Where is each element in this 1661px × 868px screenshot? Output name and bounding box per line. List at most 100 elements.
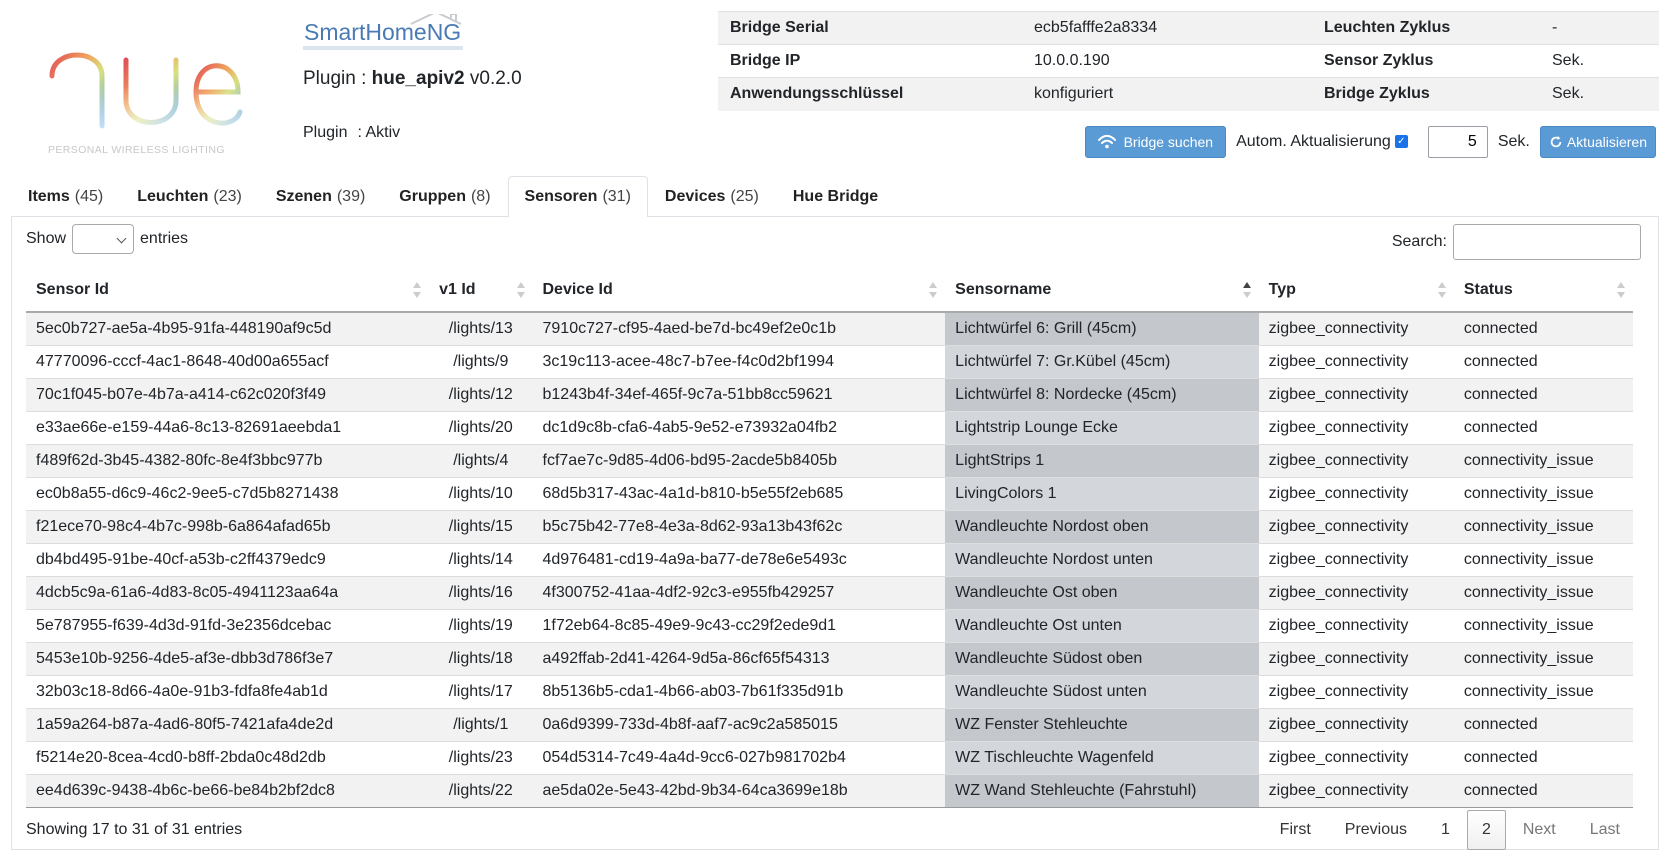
cell-sensorname: WZ Wand Stehleuchte (Fahrstuhl) xyxy=(945,773,1259,808)
tab-leuchten[interactable]: Leuchten (23) xyxy=(120,176,259,217)
refresh-button[interactable]: Aktualisieren xyxy=(1539,126,1656,158)
table-row[interactable]: f5214e20-8cea-4cd0-b8ff-2bda0c48d2db/lig… xyxy=(26,740,1633,774)
cell-sensor-id: ec0b8a55-d6c9-46c2-9ee5-c7d5b8271438 xyxy=(26,476,430,510)
cell-sensor-id: f489f62d-3b45-4382-80fc-8e4f3bbc977b xyxy=(26,443,430,477)
table-row[interactable]: 4dcb5c9a-61a6-4d83-8c05-4941123aa64a/lig… xyxy=(26,575,1633,609)
cell-sensor-id: 4dcb5c9a-61a6-4d83-8c05-4941123aa64a xyxy=(26,575,430,609)
bridge-info-key: Leuchten Zyklus xyxy=(1312,11,1540,45)
interval-input[interactable] xyxy=(1427,126,1488,158)
cell-v1-id: /lights/13 xyxy=(429,311,533,345)
table-row[interactable]: db4bd495-91be-40cf-a53b-c2ff4379edc9/lig… xyxy=(26,542,1633,576)
bridge-info-value: - xyxy=(1540,11,1659,45)
table-search: Search: xyxy=(1392,224,1641,260)
column-header-sensorname[interactable]: Sensorname xyxy=(945,269,1259,313)
tab-label: Gruppen xyxy=(399,188,466,205)
tab-label: Sensoren xyxy=(524,188,598,205)
wifi-icon xyxy=(1097,134,1116,149)
search-bridge-button[interactable]: Bridge suchen xyxy=(1084,126,1227,158)
column-header-typ[interactable]: Typ xyxy=(1258,269,1454,313)
cell-sensorname: Lichtwürfel 6: Grill (45cm) xyxy=(945,311,1259,345)
auto-update-checkbox[interactable]: ✓ xyxy=(1394,135,1408,149)
table-row[interactable]: e33ae66e-e159-44a6-8c13-82691aeebda1/lig… xyxy=(26,410,1633,444)
tab-count: (45) xyxy=(74,188,104,205)
tab-label: Leuchten xyxy=(137,188,209,205)
tab-label: Hue Bridge xyxy=(792,188,879,205)
table-row[interactable]: 5453e10b-9256-4de5-af3e-dbb3d786f3e7/lig… xyxy=(26,641,1633,675)
cell-sensorname: Wandleuchte Ost oben xyxy=(945,575,1259,609)
search-label: Search: xyxy=(1391,233,1447,250)
bridge-info-key: Bridge Serial xyxy=(718,11,1022,45)
cell-status: connected xyxy=(1453,707,1633,741)
cell-status: connectivity_issue xyxy=(1453,641,1633,675)
cell-sensor-id: ee4d639c-9438-4b6c-be66-be84b2bf2dc8 xyxy=(26,773,430,808)
cell-status: connected xyxy=(1453,344,1633,378)
cell-v1-id: /lights/22 xyxy=(429,773,533,808)
table-row[interactable]: ec0b8a55-d6c9-46c2-9ee5-c7d5b8271438/lig… xyxy=(26,476,1633,510)
column-header-label: Status xyxy=(1463,281,1513,298)
cell-v1-id: /lights/4 xyxy=(429,443,533,477)
plugin-status-label: Plugin xyxy=(303,124,348,141)
previous-page-button[interactable]: Previous xyxy=(1328,810,1424,850)
plugin-prefix: Plugin : xyxy=(303,68,372,89)
cell-typ: zigbee_connectivity xyxy=(1258,509,1454,543)
tab-label: Szenen xyxy=(275,188,332,205)
table-row[interactable]: ee4d639c-9438-4b6c-be66-be84b2bf2dc8/lig… xyxy=(26,773,1633,808)
cell-typ: zigbee_connectivity xyxy=(1258,674,1454,708)
cell-sensor-id: 5e787955-f639-4d3d-91fd-3e2356dcebac xyxy=(26,608,430,642)
first-page-button[interactable]: First xyxy=(1263,810,1328,850)
page-1-button[interactable]: 1 xyxy=(1424,810,1467,850)
cell-typ: zigbee_connectivity xyxy=(1258,608,1454,642)
tab-gruppen[interactable]: Gruppen (8) xyxy=(382,176,507,217)
bridge-info-value: Sek. xyxy=(1540,44,1659,78)
bridge-info-key: Sensor Zyklus xyxy=(1312,44,1540,78)
table-row[interactable]: f489f62d-3b45-4382-80fc-8e4f3bbc977b/lig… xyxy=(26,443,1633,477)
search-bridge-label: Bridge suchen xyxy=(1123,134,1214,150)
cell-v1-id: /lights/20 xyxy=(429,410,533,444)
sort-icon xyxy=(516,282,525,298)
tab-devices[interactable]: Devices (25) xyxy=(648,176,776,217)
search-input[interactable] xyxy=(1453,224,1641,260)
tab-sensoren[interactable]: Sensoren (31) xyxy=(507,176,648,217)
cell-typ: zigbee_connectivity xyxy=(1258,344,1454,378)
cell-sensorname: Wandleuchte Nordost oben xyxy=(945,509,1259,543)
tab-items[interactable]: Items (45) xyxy=(11,176,120,217)
table-row[interactable]: 70c1f045-b07e-4b7a-a414-c62c020f3f49/lig… xyxy=(26,377,1633,411)
auto-update-toggle[interactable]: Autom. Aktualisierung ✓ xyxy=(1236,133,1408,151)
tab-count: (8) xyxy=(470,188,491,205)
last-page-button[interactable]: Last xyxy=(1573,810,1637,850)
table-row[interactable]: 1a59a264-b87a-4ad6-80f5-7421afa4de2d/lig… xyxy=(26,707,1633,741)
table-row[interactable]: 47770096-cccf-4ac1-8648-40d00a655acf/lig… xyxy=(26,344,1633,378)
column-header-sensor-id[interactable]: Sensor Id xyxy=(26,269,430,313)
cell-sensorname: Lichtwürfel 7: Gr.Kübel (45cm) xyxy=(945,344,1259,378)
cell-device-id: b5c75b42-77e8-4e3a-8d62-93a13b43f62c xyxy=(532,509,946,543)
cell-typ: zigbee_connectivity xyxy=(1258,443,1454,477)
table-row[interactable]: 5e787955-f639-4d3d-91fd-3e2356dcebac/lig… xyxy=(26,608,1633,642)
table-row[interactable]: 5ec0b727-ae5a-4b95-91fa-448190af9c5d/lig… xyxy=(26,311,1633,345)
table-row[interactable]: 32b03c18-8d66-4a0e-91b3-fdfa8fe4ab1d/lig… xyxy=(26,674,1633,708)
plugin-status: Plugin: Aktiv xyxy=(303,124,400,142)
cell-sensor-id: 5ec0b727-ae5a-4b95-91fa-448190af9c5d xyxy=(26,311,430,345)
bridge-info-row: Bridge Serial ecb5fafffe2a8334 Leuchten Zy… xyxy=(718,11,1659,45)
cell-status: connected xyxy=(1453,377,1633,411)
bridge-info-value: ecb5fafffe2a8334 xyxy=(1022,11,1312,45)
entries-select[interactable] xyxy=(72,224,135,254)
cell-device-id: 68d5b317-43ac-4a1d-b810-b5e55f2eb685 xyxy=(532,476,946,510)
table-row[interactable]: f21ece70-98c4-4b7c-998b-6a864afad65b/lig… xyxy=(26,509,1633,543)
cell-typ: zigbee_connectivity xyxy=(1258,377,1454,411)
page-2-button[interactable]: 2 xyxy=(1466,810,1506,850)
cell-v1-id: /lights/14 xyxy=(429,542,533,576)
column-header-device-id[interactable]: Device Id xyxy=(532,269,946,313)
tab-hue-bridge[interactable]: Hue Bridge xyxy=(776,176,895,217)
hue-logo: PERSONAL WIRELESS LIGHTING xyxy=(44,8,254,156)
show-label: Show xyxy=(26,230,67,247)
next-page-button[interactable]: Next xyxy=(1506,810,1573,850)
tab-szenen[interactable]: Szenen (39) xyxy=(259,176,382,217)
cell-typ: zigbee_connectivity xyxy=(1258,476,1454,510)
column-header-status[interactable]: Status xyxy=(1453,269,1633,313)
cell-device-id: 054d5314-7c49-4a4d-9cc6-027b981702b4 xyxy=(532,740,946,774)
cell-sensorname: LightStrips 1 xyxy=(945,443,1259,477)
cell-status: connectivity_issue xyxy=(1453,575,1633,609)
cell-device-id: 4f300752-41aa-4df2-92c3-e955fb429257 xyxy=(532,575,946,609)
cell-status: connected xyxy=(1453,740,1633,774)
column-header-v1-id[interactable]: v1 Id xyxy=(429,269,533,313)
